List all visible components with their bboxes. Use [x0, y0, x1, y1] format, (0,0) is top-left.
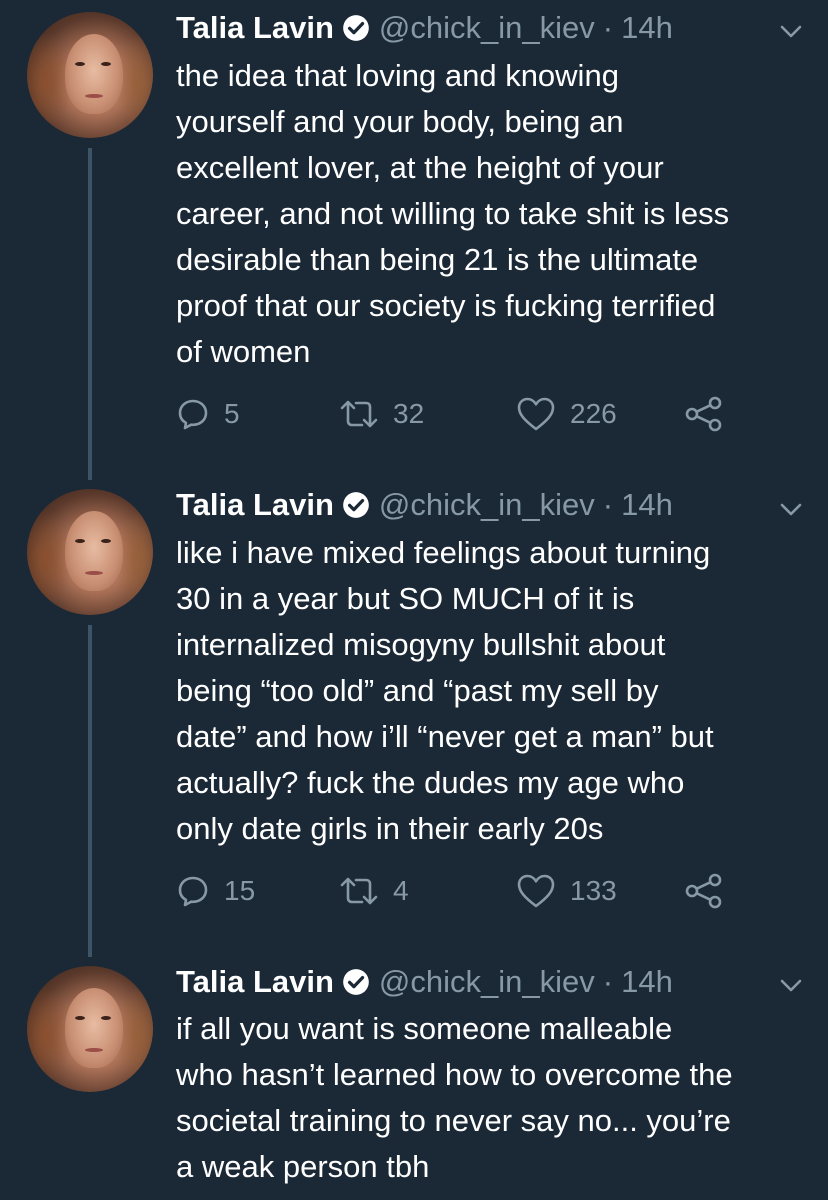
share-button[interactable] — [684, 871, 724, 911]
retweet-count: 4 — [393, 875, 409, 906]
user-handle[interactable]: @chick_in_kiev — [379, 487, 595, 523]
avatar[interactable] — [27, 12, 153, 138]
share-icon — [685, 873, 722, 909]
display-name[interactable]: Talia Lavin — [176, 10, 334, 46]
retweet-button[interactable]: 32 — [339, 394, 424, 434]
user-handle[interactable]: @chick_in_kiev — [379, 964, 595, 1000]
caret-down-icon[interactable] — [779, 502, 803, 518]
timestamp[interactable]: 14h — [621, 964, 673, 1000]
share-button[interactable] — [684, 394, 724, 434]
tweet-header: Talia Lavin @chick_in_kiev · 14h — [176, 10, 673, 46]
reply-button[interactable]: 15 — [176, 871, 255, 911]
thread-line — [88, 148, 92, 480]
caret-down-icon[interactable] — [779, 978, 803, 994]
display-name[interactable]: Talia Lavin — [176, 964, 334, 1000]
caret-down-icon[interactable] — [779, 24, 803, 40]
timestamp[interactable]: 14h — [621, 10, 673, 46]
separator-dot: · — [602, 487, 614, 522]
display-name[interactable]: Talia Lavin — [176, 487, 334, 523]
tweet-text: if all you want is someone malleable who… — [176, 1011, 733, 1184]
avatar[interactable] — [27, 489, 153, 615]
separator-dot: · — [602, 10, 614, 45]
retweet-count: 32 — [393, 398, 425, 429]
reply-icon — [178, 876, 208, 907]
verified-badge-icon — [343, 969, 369, 995]
retweet-icon — [340, 877, 378, 905]
verified-badge-icon — [343, 492, 369, 518]
reply-button[interactable]: 5 — [176, 394, 240, 434]
tweet-actions: 5 32 226 — [176, 394, 796, 434]
like-button[interactable]: 133 — [516, 871, 617, 911]
reply-count: 15 — [224, 875, 256, 906]
separator-dot: · — [602, 964, 614, 999]
user-handle[interactable]: @chick_in_kiev — [379, 10, 595, 46]
timestamp[interactable]: 14h — [621, 487, 673, 523]
like-icon — [517, 397, 555, 431]
retweet-button[interactable]: 4 — [339, 871, 409, 911]
thread-line — [88, 625, 92, 957]
tweet-actions: 15 4 133 — [176, 871, 796, 911]
tweet-text: the idea that loving and knowing yoursel… — [176, 58, 730, 369]
reply-count: 5 — [224, 398, 240, 429]
avatar[interactable] — [27, 966, 153, 1092]
tweet-header: Talia Lavin @chick_in_kiev · 14h — [176, 487, 673, 523]
retweet-icon — [340, 400, 378, 428]
like-count: 226 — [570, 398, 617, 429]
like-button[interactable]: 226 — [516, 394, 617, 434]
tweet-text: like i have mixed feelings about turning… — [176, 535, 714, 846]
share-icon — [685, 396, 722, 432]
reply-icon — [178, 399, 208, 430]
verified-badge-icon — [343, 15, 369, 41]
tweet-header: Talia Lavin @chick_in_kiev · 14h — [176, 964, 673, 1000]
like-count: 133 — [570, 875, 617, 906]
like-icon — [517, 874, 555, 908]
